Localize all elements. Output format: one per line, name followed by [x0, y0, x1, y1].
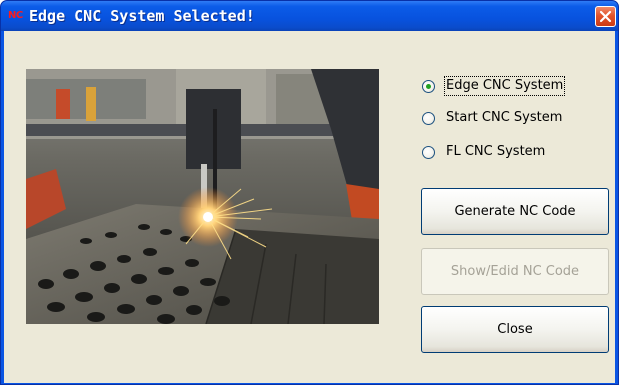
- close-window-button[interactable]: [595, 6, 616, 27]
- radio-label-edge-cnc[interactable]: Edge CNC System: [443, 76, 566, 96]
- radio-button-selected[interactable]: [422, 80, 435, 93]
- dialog-client-area: Edge CNC System Start CNC System FL CNC …: [4, 31, 615, 383]
- radio-label-fl-cnc[interactable]: FL CNC System: [446, 144, 545, 160]
- radio-label-start-cnc[interactable]: Start CNC System: [446, 110, 562, 126]
- cnc-machine-image: [26, 69, 379, 324]
- radio-button[interactable]: [422, 146, 435, 159]
- window-title: Edge CNC System Selected!: [29, 7, 255, 25]
- show-edit-nc-code-button: Show/Edid NC Code: [421, 248, 609, 295]
- close-button[interactable]: Close: [421, 306, 609, 353]
- radio-button[interactable]: [422, 112, 435, 125]
- close-icon: [599, 10, 612, 23]
- title-bar[interactable]: NC Edge CNC System Selected!: [1, 1, 618, 31]
- dialog-window: NC Edge CNC System Selected! Edge CNC Sy…: [0, 0, 619, 385]
- radio-dot-icon: [426, 84, 431, 89]
- nc-app-icon: NC: [8, 10, 23, 21]
- cnc-plasma-cutting-photo: [26, 69, 379, 324]
- generate-nc-code-button[interactable]: Generate NC Code: [421, 188, 609, 235]
